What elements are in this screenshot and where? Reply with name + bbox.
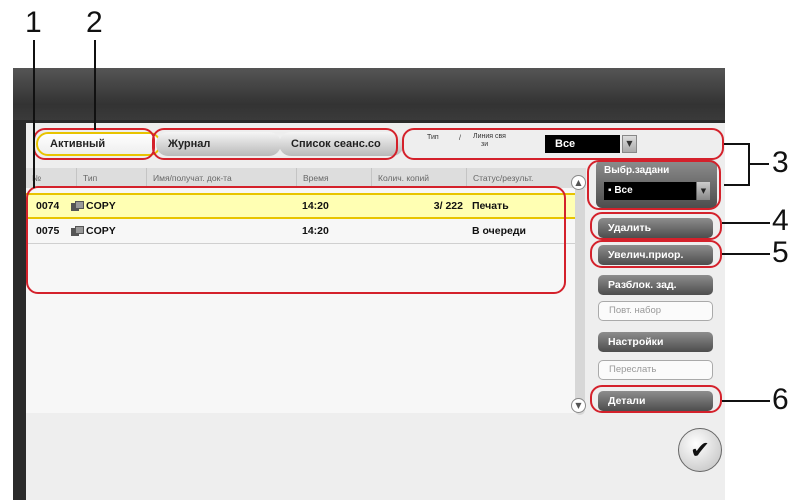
scrollbar[interactable] — [575, 185, 585, 415]
chevron-down-icon[interactable]: ▼ — [697, 182, 710, 200]
job-type: COPY — [86, 224, 116, 237]
select-job-value[interactable]: ▪ Все — [604, 182, 696, 200]
callout-2: 2 — [86, 6, 103, 39]
delete-button[interactable]: Удалить — [598, 218, 713, 238]
forward-button[interactable]: Переслать — [598, 360, 713, 380]
callout-1: 1 — [25, 6, 42, 39]
job-type-label: Тип — [427, 134, 439, 141]
job-copies: 3/ 222 — [433, 200, 463, 212]
table-row[interactable]: 0074 COPY 14:20 3/ 222 Печать — [26, 193, 576, 219]
leader-line-3d — [749, 163, 769, 165]
leader-line-2 — [94, 40, 96, 130]
leader-line-3a — [724, 143, 749, 145]
select-job-dropdown[interactable]: Выбр.задани ▪ Все ▼ — [596, 160, 717, 208]
title-bar — [13, 68, 725, 120]
copy-job-icon — [71, 201, 84, 211]
select-job-label: Выбр.задани — [604, 165, 670, 176]
details-button[interactable]: Детали — [598, 391, 713, 411]
select-job-value-text: Все — [614, 185, 633, 196]
job-time: 14:20 — [302, 224, 329, 237]
line-label: Линия свя — [473, 133, 506, 140]
job-status: Печать — [472, 200, 509, 212]
job-type-separator: / — [459, 135, 461, 142]
redial-button[interactable]: Повт. набор — [598, 301, 713, 321]
job-copies — [371, 218, 463, 243]
job-time: 14:20 — [302, 200, 329, 212]
callout-4: 4 — [772, 204, 789, 237]
column-copies: Колич. копий — [371, 168, 466, 188]
job-type-value[interactable]: Все — [545, 135, 620, 153]
column-time: Время — [296, 168, 371, 188]
leader-line-5 — [722, 253, 770, 255]
tab-active-label: Активный — [50, 138, 106, 150]
leader-line-6 — [722, 400, 770, 402]
line-label-2: зи — [481, 141, 489, 148]
table-row[interactable]: 0075 COPY 14:20 В очереди — [26, 218, 576, 244]
settings-button[interactable]: Настройки — [598, 332, 713, 352]
tab-session-list[interactable]: Список сеанс.со — [279, 132, 404, 156]
callout-6: 6 — [772, 383, 789, 416]
column-document-name: Имя/получат. док-та — [146, 168, 296, 188]
job-number: 0074 — [36, 200, 60, 212]
leader-line-4 — [722, 222, 770, 224]
tab-log[interactable]: Журнал — [156, 132, 281, 156]
leader-line-1 — [33, 40, 35, 188]
chevron-up-icon[interactable]: ▲ — [571, 175, 586, 190]
tab-session-list-label: Список сеанс.со — [291, 138, 381, 150]
tab-active[interactable]: Активный — [36, 132, 161, 156]
chevron-down-icon[interactable]: ▼ — [622, 135, 637, 153]
chevron-down-icon[interactable]: ▼ — [571, 398, 586, 413]
job-status: В очереди — [472, 224, 526, 237]
job-list: 0074 COPY 14:20 3/ 222 Печать 0075 COPY … — [26, 188, 576, 413]
device-screen: Активный Журнал Список сеанс.со Тип / Ли… — [13, 68, 725, 500]
leader-line-3b — [724, 184, 749, 186]
column-type: Тип — [76, 168, 146, 188]
copy-job-icon — [71, 225, 84, 236]
column-status: Статус/результ. — [466, 168, 586, 188]
callout-5: 5 — [772, 236, 789, 269]
tab-log-label: Журнал — [168, 138, 211, 150]
release-job-button[interactable]: Разблок. зад. — [598, 275, 713, 295]
job-type-filter[interactable]: Тип / Линия свя зи Все ▼ — [411, 130, 725, 158]
job-list-header: № Тип Имя/получат. док-та Время Колич. к… — [26, 168, 586, 188]
job-number: 0075 — [36, 224, 60, 237]
checkmark-icon[interactable]: ✔ — [678, 428, 722, 472]
job-type: COPY — [86, 200, 116, 212]
callout-3: 3 — [772, 146, 789, 179]
increase-priority-button[interactable]: Увелич.приор. — [598, 245, 713, 265]
